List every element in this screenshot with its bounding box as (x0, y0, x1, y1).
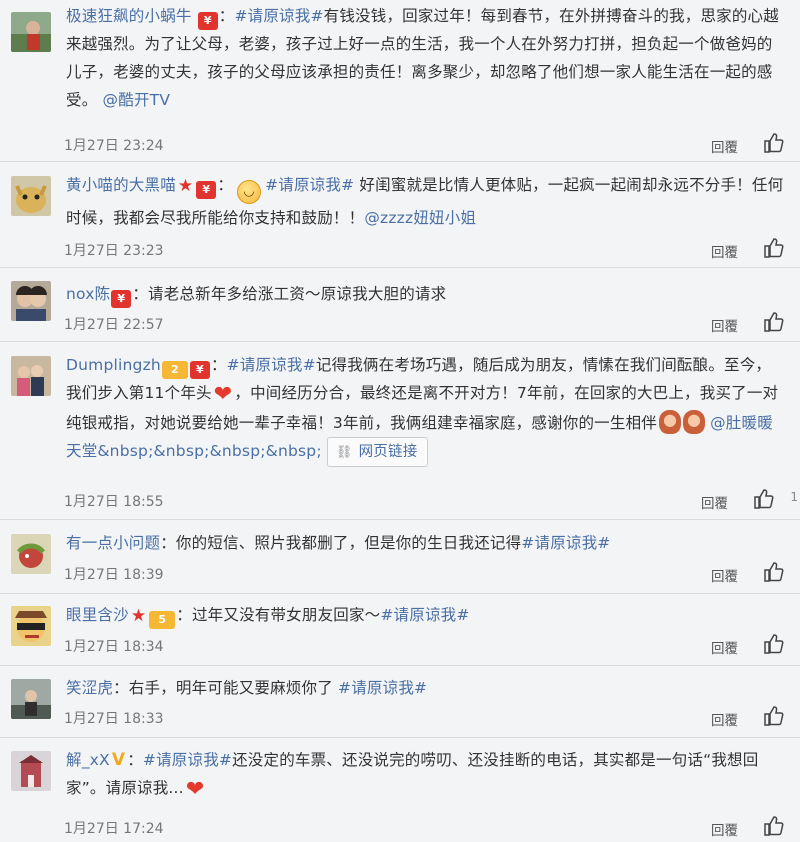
hashtag-link[interactable]: #请原谅我# (265, 176, 354, 194)
reply-button[interactable]: 回覆 (711, 241, 738, 261)
reply-button[interactable]: 回覆 (711, 819, 738, 839)
username[interactable]: Dumplingzh (66, 356, 161, 374)
monkey-emoji-icon (658, 410, 681, 434)
avatar[interactable] (11, 606, 51, 646)
like-icon[interactable] (762, 237, 784, 259)
comment-time: 1月27日 23:24 (64, 138, 164, 154)
avatar[interactable] (11, 751, 51, 791)
username[interactable]: 有一点小问题 (66, 534, 160, 552)
comment-item: 笑涩虎：右手，明年可能又要麻烦你了 #请原谅我# 1月27日 18:33 回覆 (0, 666, 800, 738)
monkey-emoji-icon (682, 410, 705, 434)
avatar[interactable] (11, 534, 51, 574)
comment-item: nox陈 ¥ ：请老总新年多给涨工资～原谅我大胆的请求 1月27日 22:57 回覆 (0, 268, 800, 342)
comment-text: ：你的短信、照片我都删了，但是你的生日我还记得 (160, 534, 522, 552)
comment-item: 解_xX V ：#请原谅我#还没定的车票、还没说完的唠叨、还没挂断的电话，其实都是一… (0, 738, 800, 842)
username[interactable]: 眼里含沙 (66, 606, 129, 624)
hashtag-link[interactable]: #请原谅我# (380, 606, 469, 624)
comment-time: 1月27日 18:33 (64, 711, 164, 727)
vip-level-badge: 5 (149, 611, 176, 629)
heart-emoji-icon: ❤ (213, 382, 233, 407)
hashtag-link[interactable]: #请原谅我# (143, 751, 232, 769)
red-packet-badge: ¥ (189, 361, 210, 379)
grin-emoji-icon: ◡ (237, 180, 262, 204)
comment-item: Dumplingzh 2 ¥ ：#请原谅我#记得我俩在考场巧遇，随后成为朋友，情愫在我… (0, 342, 800, 520)
heart-emoji-icon: ❤ (185, 777, 205, 802)
verified-v-icon: V (111, 750, 126, 770)
comment-text: ：右手，明年可能又要麻烦你了 (113, 679, 339, 697)
username[interactable]: 笑涩虎 (66, 679, 113, 697)
username[interactable]: 黄小喵的大黑喵 (66, 176, 176, 194)
comment-item: 黄小喵的大黑喵 ★ ¥： ◡ #请原谅我# 好闺蜜就是比情人更体贴，一起疯一起闹却永远不… (0, 162, 800, 268)
comment-text: ：请老总新年多给涨工资～原谅我大胆的请求 (132, 285, 447, 303)
comment-time: 1月27日 22:57 (64, 317, 164, 333)
reply-button[interactable]: 回覆 (711, 637, 738, 657)
red-packet-badge: ¥ (197, 12, 218, 30)
web-link-label: 网页链接 (358, 444, 418, 460)
username[interactable]: nox陈 (66, 285, 110, 303)
reply-button[interactable]: 回覆 (711, 315, 738, 335)
like-count: 1 (790, 490, 798, 504)
reply-button[interactable]: 回覆 (711, 709, 738, 729)
hashtag-link[interactable]: #请原谅我# (521, 534, 610, 552)
hashtag-link[interactable]: #请原谅我# (338, 679, 427, 697)
reply-button[interactable]: 回覆 (701, 492, 728, 512)
like-icon[interactable] (762, 311, 784, 333)
mention-link[interactable]: @zzzz妞妞小姐 (364, 209, 476, 227)
avatar[interactable] (11, 679, 51, 719)
reply-button[interactable]: 回覆 (711, 565, 738, 585)
like-icon[interactable] (752, 488, 774, 510)
avatar[interactable] (11, 281, 51, 321)
web-link-chip[interactable]: ⛓ 网页链接 (326, 437, 429, 467)
comment-item: 有一点小问题：你的短信、照片我都删了，但是你的生日我还记得#请原谅我# 1月27… (0, 520, 800, 594)
username[interactable]: 极速狂飙的小蜗牛 (66, 7, 192, 25)
comment-list: 极速狂飙的小蜗牛 ¥ ：#请原谅我#有钱没钱，回家过年！每到春节，在外拼搏奋斗的我… (0, 0, 800, 842)
like-icon[interactable] (762, 633, 784, 655)
like-icon[interactable] (762, 705, 784, 727)
avatar[interactable] (11, 12, 51, 52)
star-icon: ★ (177, 176, 194, 196)
like-icon[interactable] (762, 132, 784, 154)
comment-time: 1月27日 18:55 (64, 494, 164, 510)
comment-time: 1月27日 17:24 (64, 821, 164, 837)
comment-text: ：过年又没有带女朋友回家～ (176, 606, 381, 624)
reply-button[interactable]: 回覆 (711, 136, 738, 156)
hashtag-link[interactable]: #请原谅我# (227, 356, 316, 374)
like-icon[interactable] (762, 815, 784, 837)
avatar[interactable] (11, 356, 51, 396)
like-icon[interactable] (762, 561, 784, 583)
mention-link[interactable]: @酷开TV (103, 91, 171, 109)
comment-item: 眼里含沙 ★ 5 ：过年又没有带女朋友回家～#请原谅我# 1月27日 18:34 回覆 (0, 594, 800, 666)
comment-time: 1月27日 18:34 (64, 639, 164, 655)
hashtag-link[interactable]: #请原谅我# (234, 7, 323, 25)
comment-item: 极速狂飙的小蜗牛 ¥ ：#请原谅我#有钱没钱，回家过年！每到春节，在外拼搏奋斗的我… (0, 0, 800, 162)
avatar[interactable] (11, 176, 51, 216)
username[interactable]: 解_xX (66, 751, 110, 769)
vip-level-badge: 2 (161, 361, 188, 379)
star-icon: ★ (130, 606, 147, 626)
red-packet-badge: ¥ (111, 290, 132, 308)
comment-time: 1月27日 18:39 (64, 567, 164, 583)
link-icon: ⛓ (335, 445, 353, 460)
red-packet-badge: ¥ (196, 181, 217, 199)
comment-time: 1月27日 23:23 (64, 243, 164, 259)
